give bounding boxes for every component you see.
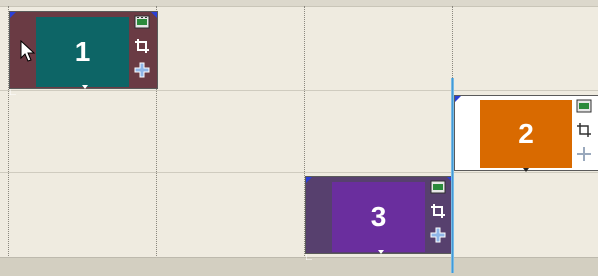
- slide-number: 3: [370, 201, 387, 232]
- insertion-marker: [451, 78, 454, 273]
- slide-number: 2: [518, 118, 534, 149]
- corner-handle: [305, 247, 312, 261]
- film-icon[interactable]: [134, 14, 150, 30]
- slide-3[interactable]: 3: [305, 176, 454, 261]
- slide-marker: [523, 168, 529, 172]
- film-icon[interactable]: [430, 179, 446, 195]
- slide-marker: [378, 250, 384, 254]
- bottom-track: [0, 257, 598, 276]
- corner-handle: [306, 177, 312, 183]
- film-icon[interactable]: [576, 98, 592, 114]
- slide-thumbnail[interactable]: 1: [36, 17, 129, 87]
- corner-handle: [9, 82, 16, 96]
- slide-thumbnail[interactable]: 2: [480, 100, 572, 168]
- arrow-cursor-icon: [20, 39, 36, 69]
- crop-icon[interactable]: [576, 122, 592, 138]
- slide-thumbnail[interactable]: 3: [332, 182, 425, 252]
- crop-icon[interactable]: [134, 38, 150, 54]
- slide-tools: [576, 98, 596, 168]
- corner-handle: [455, 96, 461, 102]
- row-divider: [0, 90, 598, 91]
- row-divider: [0, 172, 598, 173]
- slide-tools: [134, 14, 154, 84]
- corner-handle: [10, 12, 16, 18]
- move-icon[interactable]: [134, 62, 150, 78]
- top-ruler: [0, 0, 598, 7]
- move-icon[interactable]: [430, 227, 446, 243]
- crop-icon[interactable]: [430, 203, 446, 219]
- slide-number: 1: [74, 36, 91, 67]
- slide-tools: [430, 179, 450, 249]
- move-icon[interactable]: [576, 146, 592, 162]
- slide-marker: [82, 85, 88, 89]
- slide-2[interactable]: 2: [454, 95, 598, 172]
